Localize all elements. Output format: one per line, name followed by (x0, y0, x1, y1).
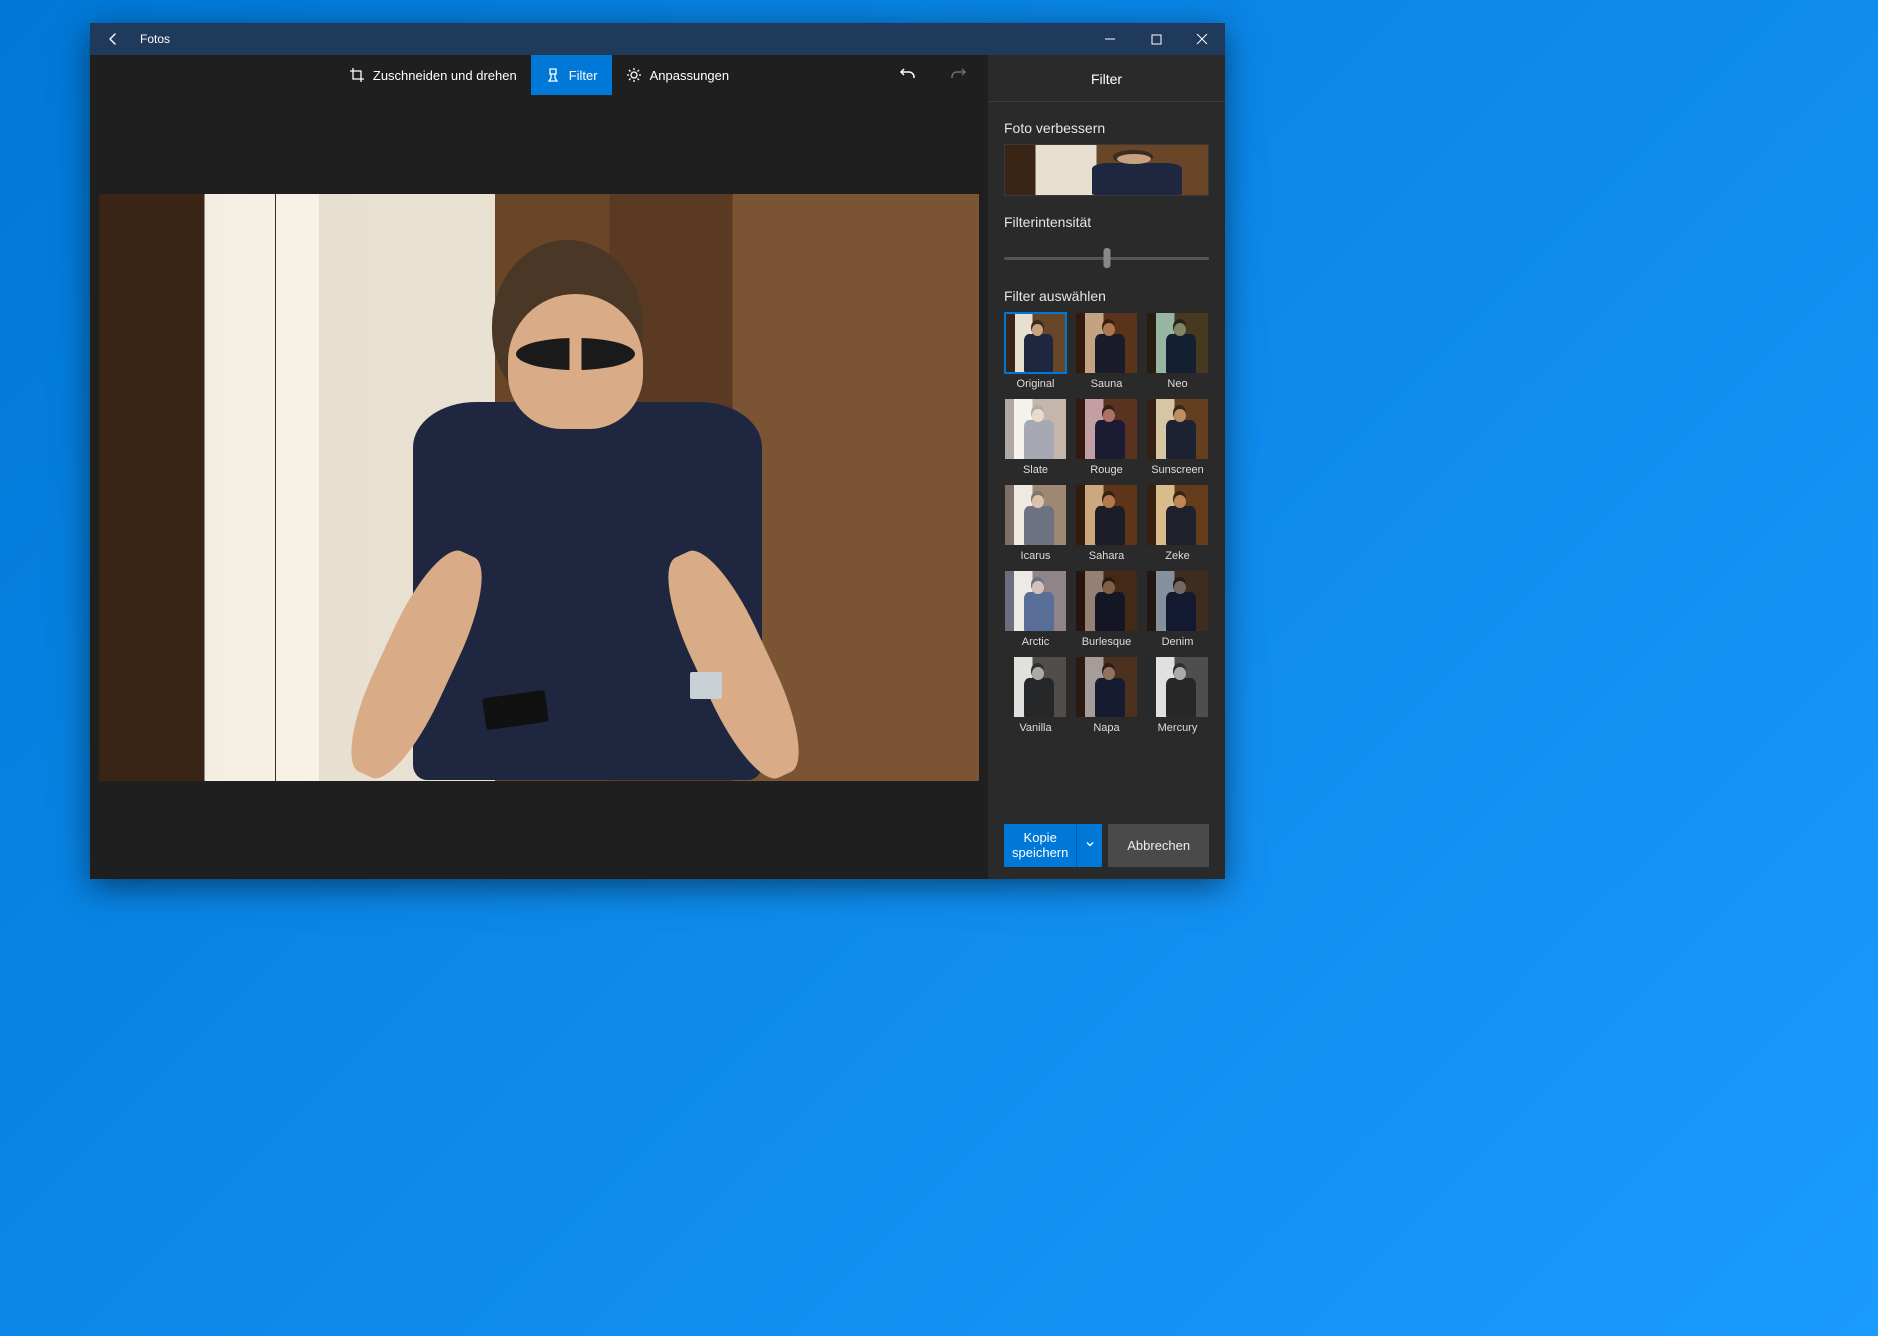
filter-thumb (1146, 570, 1209, 632)
slider-thumb[interactable] (1103, 248, 1110, 268)
intensity-section-title: Filterintensität (1004, 214, 1209, 230)
filter-thumb (1146, 484, 1209, 546)
chevron-down-icon (1085, 836, 1095, 854)
filter-label: Burlesque (1075, 636, 1138, 648)
filter-label: Denim (1146, 636, 1209, 648)
filter-label: Vanilla (1004, 722, 1067, 734)
maximize-button[interactable] (1133, 23, 1179, 55)
filter-mercury[interactable]: Mercury (1146, 656, 1209, 734)
main-area: Zuschneiden und drehen Filter Anpassunge… (90, 55, 988, 879)
filter-label: Rouge (1075, 464, 1138, 476)
filter-thumb (1075, 398, 1138, 460)
window-controls (1087, 23, 1225, 55)
filter-label: Arctic (1004, 636, 1067, 648)
tab-adjust-label: Anpassungen (650, 68, 730, 83)
filter-label: Neo (1146, 378, 1209, 390)
filter-napa[interactable]: Napa (1075, 656, 1138, 734)
filter-label: Sahara (1075, 550, 1138, 562)
app-title: Fotos (136, 32, 170, 46)
filter-thumb (1075, 570, 1138, 632)
tab-crop[interactable]: Zuschneiden und drehen (335, 55, 531, 95)
filter-thumb (1004, 398, 1067, 460)
right-panel: Filter Foto verbessern Filterintensität … (988, 55, 1225, 879)
tab-adjust[interactable]: Anpassungen (612, 55, 744, 95)
photo[interactable] (99, 194, 979, 781)
tab-filter[interactable]: Filter (531, 55, 612, 95)
intensity-slider[interactable] (1004, 248, 1209, 268)
tab-crop-label: Zuschneiden und drehen (373, 68, 517, 83)
filter-thumb (1075, 656, 1138, 718)
filter-label: Zeke (1146, 550, 1209, 562)
filter-denim[interactable]: Denim (1146, 570, 1209, 648)
titlebar: Fotos (90, 23, 1225, 55)
crop-icon (349, 67, 365, 83)
panel-title: Filter (1004, 71, 1209, 87)
filter-slate[interactable]: Slate (1004, 398, 1067, 476)
filter-label: Sauna (1075, 378, 1138, 390)
cancel-label: Abbrechen (1127, 838, 1190, 853)
save-copy-dropdown[interactable] (1076, 824, 1102, 867)
choose-section-title: Filter auswählen (1004, 288, 1209, 304)
history-controls (898, 55, 978, 95)
filter-sunscreen[interactable]: Sunscreen (1146, 398, 1209, 476)
filter-thumb (1146, 398, 1209, 460)
filter-neo[interactable]: Neo (1146, 312, 1209, 390)
divider (988, 101, 1225, 102)
filter-brush-icon (545, 67, 561, 83)
filter-label: Icarus (1004, 550, 1067, 562)
filter-thumb (1146, 312, 1209, 374)
undo-button[interactable] (898, 65, 918, 85)
filter-label: Napa (1075, 722, 1138, 734)
minimize-button[interactable] (1087, 23, 1133, 55)
filter-label: Mercury (1146, 722, 1209, 734)
redo-button[interactable] (948, 65, 968, 85)
filter-zeke[interactable]: Zeke (1146, 484, 1209, 562)
filter-sauna[interactable]: Sauna (1075, 312, 1138, 390)
filter-thumb (1075, 484, 1138, 546)
app-window: Fotos Zuschneiden und drehen (90, 23, 1225, 879)
panel-footer: Kopie speichern Abbrechen (1004, 808, 1209, 867)
filter-label: Slate (1004, 464, 1067, 476)
save-copy-split: Kopie speichern (1004, 824, 1102, 867)
save-copy-label: Kopie speichern (1012, 830, 1068, 861)
filter-rouge[interactable]: Rouge (1075, 398, 1138, 476)
photo-canvas (90, 95, 988, 879)
close-button[interactable] (1179, 23, 1225, 55)
filter-icarus[interactable]: Icarus (1004, 484, 1067, 562)
save-copy-button[interactable]: Kopie speichern (1004, 824, 1076, 867)
filter-vanilla[interactable]: Vanilla (1004, 656, 1067, 734)
edit-toolbar: Zuschneiden und drehen Filter Anpassunge… (90, 55, 988, 95)
enhance-section-title: Foto verbessern (1004, 120, 1209, 136)
cancel-button[interactable]: Abbrechen (1108, 824, 1209, 867)
filter-thumb (1004, 484, 1067, 546)
filter-thumb (1004, 312, 1067, 374)
tab-filter-label: Filter (569, 68, 598, 83)
filter-label: Sunscreen (1146, 464, 1209, 476)
filter-thumb (1004, 570, 1067, 632)
filter-label: Original (1004, 378, 1067, 390)
arrow-left-icon (105, 31, 121, 47)
enhance-preview[interactable] (1004, 144, 1209, 196)
brightness-icon (626, 67, 642, 83)
back-button[interactable] (90, 23, 136, 55)
filter-original[interactable]: Original (1004, 312, 1067, 390)
filter-sahara[interactable]: Sahara (1075, 484, 1138, 562)
filter-thumb (1004, 656, 1067, 718)
filter-grid: Original Sauna Neo Slate Rouge Sunscreen Icaru… (1004, 312, 1209, 734)
filter-thumb (1075, 312, 1138, 374)
filter-arctic[interactable]: Arctic (1004, 570, 1067, 648)
filter-burlesque[interactable]: Burlesque (1075, 570, 1138, 648)
filter-thumb (1146, 656, 1209, 718)
